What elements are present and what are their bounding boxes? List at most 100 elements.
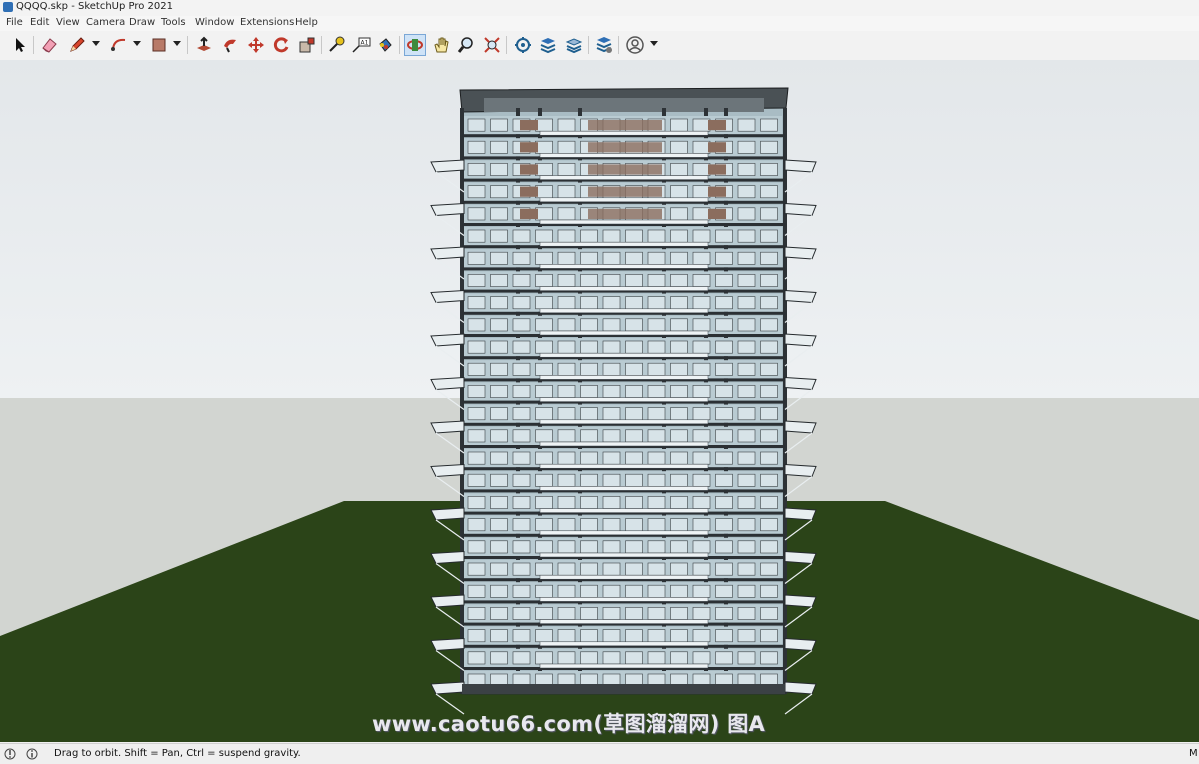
tape-measure-tool-button[interactable] bbox=[325, 34, 347, 56]
layout-button[interactable] bbox=[563, 34, 585, 56]
window-pane bbox=[670, 473, 688, 487]
window-pane bbox=[670, 451, 688, 465]
zoom-extents-tool-button[interactable] bbox=[481, 34, 503, 56]
window-pane bbox=[760, 185, 778, 199]
arc-tool-button[interactable] bbox=[108, 34, 130, 56]
window-pane bbox=[512, 362, 531, 376]
menu-bar: File Edit View Camera Draw Tools Window … bbox=[0, 16, 1199, 31]
follow-me-tool-button[interactable] bbox=[219, 34, 241, 56]
arc-dropdown-caret[interactable] bbox=[133, 41, 141, 46]
window-pane bbox=[647, 274, 666, 287]
menu-extensions[interactable]: Extensions bbox=[240, 17, 294, 28]
window-pane bbox=[647, 607, 666, 620]
toolbar-separator bbox=[399, 36, 400, 54]
3d-viewport[interactable]: www.caotu66.com(草图溜溜网) 图A bbox=[0, 60, 1199, 742]
scene-canvas[interactable] bbox=[0, 60, 1199, 742]
menu-file[interactable]: File bbox=[6, 17, 23, 28]
window-pane bbox=[557, 407, 576, 421]
window-pane bbox=[535, 340, 553, 354]
window-pane bbox=[512, 651, 531, 665]
menu-draw[interactable]: Draw bbox=[129, 17, 155, 28]
menu-camera[interactable]: Camera bbox=[86, 17, 125, 28]
zoom-tool-button[interactable] bbox=[455, 34, 477, 56]
window-pane bbox=[737, 651, 756, 665]
window-pane bbox=[760, 318, 778, 332]
window-pane bbox=[535, 207, 553, 221]
toolbar-separator bbox=[506, 36, 507, 54]
push-pull-tool-button[interactable] bbox=[193, 34, 215, 56]
account-dropdown-caret[interactable] bbox=[650, 41, 658, 46]
window-pane bbox=[647, 562, 666, 576]
window-pane bbox=[647, 407, 666, 421]
window-pane bbox=[737, 296, 756, 310]
window-pane bbox=[670, 651, 688, 665]
balcony-rail bbox=[539, 597, 709, 602]
rectangle-tool-button[interactable] bbox=[148, 34, 170, 56]
move-tool-button[interactable] bbox=[245, 34, 267, 56]
window-pane bbox=[602, 607, 621, 620]
text-tool-button[interactable]: A1 bbox=[350, 34, 372, 56]
window-pane bbox=[467, 540, 486, 554]
window-pane bbox=[557, 163, 576, 176]
window-pane bbox=[580, 340, 598, 354]
layout-icon bbox=[565, 38, 583, 54]
orbit-tool-button[interactable] bbox=[404, 34, 426, 56]
window-pane bbox=[535, 118, 553, 132]
window-pane bbox=[602, 274, 621, 287]
menu-view[interactable]: View bbox=[56, 17, 80, 28]
window-pane bbox=[760, 163, 778, 176]
window-pane bbox=[647, 229, 666, 243]
accent-panel bbox=[588, 208, 662, 219]
window-pane bbox=[535, 584, 553, 598]
window-pane bbox=[535, 274, 553, 287]
window-pane bbox=[512, 562, 531, 576]
balcony-rail bbox=[539, 175, 709, 180]
extension-warehouse-button[interactable] bbox=[537, 34, 559, 56]
window-pane bbox=[467, 296, 486, 310]
account-button[interactable] bbox=[624, 34, 646, 56]
window-pane bbox=[670, 407, 688, 421]
window-pane bbox=[467, 318, 486, 332]
window-pane bbox=[557, 296, 576, 310]
extension-manager-button[interactable] bbox=[593, 34, 615, 56]
paint-bucket-tool-button[interactable] bbox=[374, 34, 396, 56]
balcony-rail bbox=[539, 486, 709, 491]
select-tool-button[interactable] bbox=[9, 34, 31, 56]
window-pane bbox=[535, 562, 553, 576]
window-pane bbox=[490, 629, 508, 643]
rectangle-dropdown-caret[interactable] bbox=[173, 41, 181, 46]
window-pane bbox=[602, 496, 621, 509]
rotate-tool-button[interactable] bbox=[270, 34, 292, 56]
paint-bucket-icon bbox=[379, 38, 392, 52]
eraser-tool-button[interactable] bbox=[38, 34, 60, 56]
right-balcony bbox=[784, 681, 817, 695]
window-pane bbox=[557, 318, 576, 332]
building-base bbox=[462, 684, 785, 694]
instructor-info-icon[interactable] bbox=[26, 748, 38, 760]
window-pane bbox=[647, 451, 666, 465]
window-pane bbox=[580, 362, 598, 376]
menu-help[interactable]: Help bbox=[295, 17, 318, 28]
balcony-rail bbox=[539, 552, 709, 558]
accent-panel bbox=[520, 142, 538, 153]
high-rise-building-model[interactable] bbox=[430, 87, 817, 715]
pencil-tool-button[interactable] bbox=[66, 34, 88, 56]
balcony-rail bbox=[539, 241, 709, 247]
window-pane bbox=[760, 584, 778, 598]
window-pane bbox=[737, 340, 756, 354]
window-pane bbox=[557, 562, 576, 576]
menu-window[interactable]: Window bbox=[195, 17, 234, 28]
menu-tools[interactable]: Tools bbox=[161, 17, 186, 28]
3d-warehouse-button[interactable] bbox=[512, 34, 534, 56]
pencil-dropdown-caret[interactable] bbox=[92, 41, 100, 46]
window-pane bbox=[490, 274, 508, 287]
pan-tool-button[interactable] bbox=[430, 34, 452, 56]
geo-location-icon[interactable] bbox=[4, 748, 16, 760]
push-pull-icon bbox=[197, 36, 211, 51]
scale-tool-button[interactable] bbox=[296, 34, 318, 56]
window-pane bbox=[692, 296, 711, 310]
select-icon bbox=[16, 38, 25, 52]
window-pane bbox=[602, 362, 621, 376]
window-pane bbox=[760, 429, 778, 443]
menu-edit[interactable]: Edit bbox=[30, 17, 49, 28]
